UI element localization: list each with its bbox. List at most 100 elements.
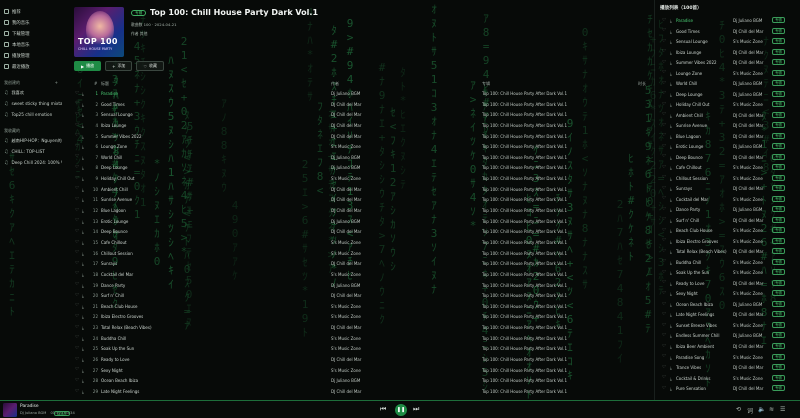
track-artist[interactable]: DJ Chill del Mar (331, 357, 471, 362)
download-icon[interactable]: ⤓ (82, 176, 84, 181)
track-album[interactable]: Top 100: Chill House Party After Dark Vo… (482, 325, 632, 330)
track-title[interactable]: Soak Up the Sun (101, 346, 301, 351)
download-icon[interactable]: ⤓ (82, 346, 84, 351)
heart-icon[interactable]: ♡ (662, 291, 666, 296)
download-icon[interactable]: ⤓ (670, 165, 672, 170)
queue-item[interactable]: ♡ ⤓ Sensual Lounge S's Music Zone 专辑 (655, 36, 800, 47)
download-icon[interactable]: ⤓ (670, 144, 672, 149)
download-icon[interactable]: ⤓ (670, 50, 672, 55)
heart-icon[interactable]: ♡ (75, 325, 79, 330)
heart-icon[interactable]: ♡ (75, 218, 79, 223)
heart-icon[interactable]: ♡ (75, 176, 79, 181)
playlist-item[interactable]: ♫ 越南HIP-HOP：Nguyen的... (4, 135, 62, 146)
track-title[interactable]: Dance Party (101, 283, 301, 288)
track-album[interactable]: Top 100: Chill House Party After Dark Vo… (482, 272, 632, 277)
track-title[interactable]: Buddha Chill (101, 336, 301, 341)
queue-item[interactable]: ♡ ⤓ Paradise Song S's Music Zone 专辑 (655, 352, 800, 363)
heart-icon[interactable]: ♡ (75, 133, 79, 138)
heart-icon[interactable]: ♡ (662, 217, 666, 222)
heart-icon[interactable]: ♡ (662, 165, 666, 170)
table-row[interactable]: ♡ ⤓ 6 Lounge Zone S's Music Zone Top 100: Chi… (66, 141, 650, 152)
table-row[interactable]: ♡ ⤓ 25 Soak Up the Sun S's Music Zone Top 100… (66, 343, 650, 354)
download-icon[interactable]: ⤓ (670, 92, 672, 97)
pause-button[interactable]: ❚❚ (395, 403, 407, 416)
heart-icon[interactable]: ♡ (75, 335, 79, 340)
heart-icon[interactable]: ♡ (662, 70, 666, 75)
track-artist[interactable]: S's Music Zone (331, 144, 471, 149)
table-row[interactable]: ♡ ⤓ 16 Chillout Session S's Music Zone Top 10… (66, 248, 650, 259)
download-icon[interactable]: ⤓ (670, 29, 672, 34)
track-title[interactable]: Beach Club House (101, 304, 301, 309)
col-duration[interactable]: 时长 (638, 81, 646, 87)
track-artist[interactable]: DJ Chill del Mar (331, 293, 471, 298)
col-album[interactable]: 专辑 (482, 81, 490, 87)
track-artist[interactable]: DJ Chill del Mar (331, 187, 471, 192)
queue-item[interactable]: ♡ ⤓ Ocean Beach Ibiza Dj Juliano BGM 专辑 (655, 299, 800, 310)
download-icon[interactable]: ⤓ (670, 270, 672, 275)
table-row[interactable]: ♡ ⤓ 9 Holiday Chill Out S's Music Zone Top 10… (66, 173, 650, 184)
add-button[interactable]: + 添加 (105, 61, 133, 71)
download-icon[interactable]: ⤓ (670, 355, 672, 360)
heart-icon[interactable]: ♡ (75, 112, 79, 117)
track-album[interactable]: Top 100: Chill House Party After Dark Vo… (482, 208, 632, 213)
track-artist[interactable]: S's Music Zone (331, 336, 471, 341)
download-icon[interactable]: ⤓ (82, 102, 84, 107)
download-icon[interactable]: ⤓ (82, 134, 84, 139)
track-title[interactable]: Cafe Chillout (101, 240, 301, 245)
loop-icon[interactable]: ⟲ (736, 406, 741, 413)
table-row[interactable]: ♡ ⤓ 11 Sunrise Avenue DJ Chill del Mar Top 10… (66, 194, 650, 205)
heart-icon[interactable]: ♡ (662, 175, 666, 180)
track-title[interactable]: Ibiza Electro Grooves (101, 314, 301, 319)
download-icon[interactable]: ⤓ (670, 207, 672, 212)
queue-item[interactable]: ♡ ⤓ Ibiza Lounge DJ Chill del Mar 专辑 (655, 47, 800, 58)
track-artist[interactable]: DJ Chill del Mar (331, 102, 471, 107)
table-row[interactable]: ♡ ⤓ 2 Good Times DJ Chill del Mar Top 100: Ch… (66, 99, 650, 110)
download-icon[interactable]: ⤓ (670, 365, 672, 370)
track-artist[interactable]: S's Music Zone (331, 368, 471, 373)
track-album[interactable]: Top 100: Chill House Party After Dark Vo… (482, 155, 632, 160)
heart-icon[interactable]: ♡ (75, 197, 79, 202)
queue-item[interactable]: ♡ ⤓ Ambient Chill DJ Chill del Mar 专辑 (655, 110, 800, 121)
queue-item[interactable]: ♡ ⤓ Late Night Feelings DJ Chill del Mar 专辑 (655, 309, 800, 320)
queue-item[interactable]: ♡ ⤓ World Chill Dj Juliano BGM 专辑 (655, 78, 800, 89)
heart-icon[interactable]: ♡ (75, 367, 79, 372)
collect-button[interactable]: ♡ 收藏 (136, 61, 165, 71)
heart-icon[interactable]: ♡ (75, 240, 79, 245)
track-artist[interactable]: S's Music Zone (331, 251, 471, 256)
now-playing-cover[interactable] (3, 403, 17, 417)
queue-item[interactable]: ♡ ⤓ Holiday Chill Out S's Music Zone 专辑 (655, 99, 800, 110)
lyrics-icon[interactable]: 词 (747, 406, 753, 415)
download-icon[interactable]: ⤓ (82, 251, 84, 256)
sidebar-item[interactable]: 播放管理 (4, 50, 62, 61)
download-icon[interactable]: ⤓ (670, 186, 672, 191)
download-icon[interactable]: ⤓ (670, 18, 672, 23)
heart-icon[interactable]: ♡ (662, 207, 666, 212)
queue-item[interactable]: ♡ ⤓ Ready to Love DJ Chill del Mar 专辑 (655, 278, 800, 289)
queue-item[interactable]: ♡ ⤓ Paradise Dj Juliano BGM 专辑 (655, 15, 800, 26)
queue-item[interactable]: ♡ ⤓ Beach Club House S's Music Zone 专辑 (655, 225, 800, 236)
volume-icon[interactable]: 🔈 (758, 406, 765, 413)
download-icon[interactable]: ⤓ (82, 283, 84, 288)
heart-icon[interactable]: ♡ (75, 271, 79, 276)
track-title[interactable]: Ibiza Lounge (101, 123, 301, 128)
track-artist[interactable]: Dj Juliano BGM (331, 165, 471, 170)
track-title[interactable]: Good Times (101, 102, 301, 107)
track-album[interactable]: Top 100: Chill House Party After Dark Vo… (482, 314, 632, 319)
track-artist[interactable]: DJ Chill del Mar (331, 112, 471, 117)
heart-icon[interactable]: ♡ (75, 208, 79, 213)
queue-item[interactable]: ♡ ⤓ Total Relax (Beach Vibes) DJ Chill del … (655, 246, 800, 257)
track-album[interactable]: Top 100: Chill House Party After Dark Vo… (482, 229, 632, 234)
download-icon[interactable]: ⤓ (670, 344, 672, 349)
heart-icon[interactable]: ♡ (662, 259, 666, 264)
heart-icon[interactable]: ♡ (662, 386, 666, 391)
heart-icon[interactable]: ♡ (662, 312, 666, 317)
download-icon[interactable]: ⤓ (82, 272, 84, 277)
download-icon[interactable]: ⤓ (82, 336, 84, 341)
table-row[interactable]: ♡ ⤓ 5 Summer Vibes 2022 DJ Chill del Mar Top … (66, 131, 650, 142)
queue-item[interactable]: ♡ ⤓ Chillout Session S's Music Zone 专辑 (655, 173, 800, 184)
queue-item[interactable]: ♡ ⤓ Sunrays DJ Chill del Mar 专辑 (655, 183, 800, 194)
download-icon[interactable]: ⤓ (82, 112, 84, 117)
playlist-item[interactable]: ♫ Top25 chill emotion (4, 109, 62, 120)
heart-icon[interactable]: ♡ (75, 346, 79, 351)
table-row[interactable]: ♡ ⤓ 18 Cocktail del Mar S's Music Zone Top 10… (66, 269, 650, 280)
